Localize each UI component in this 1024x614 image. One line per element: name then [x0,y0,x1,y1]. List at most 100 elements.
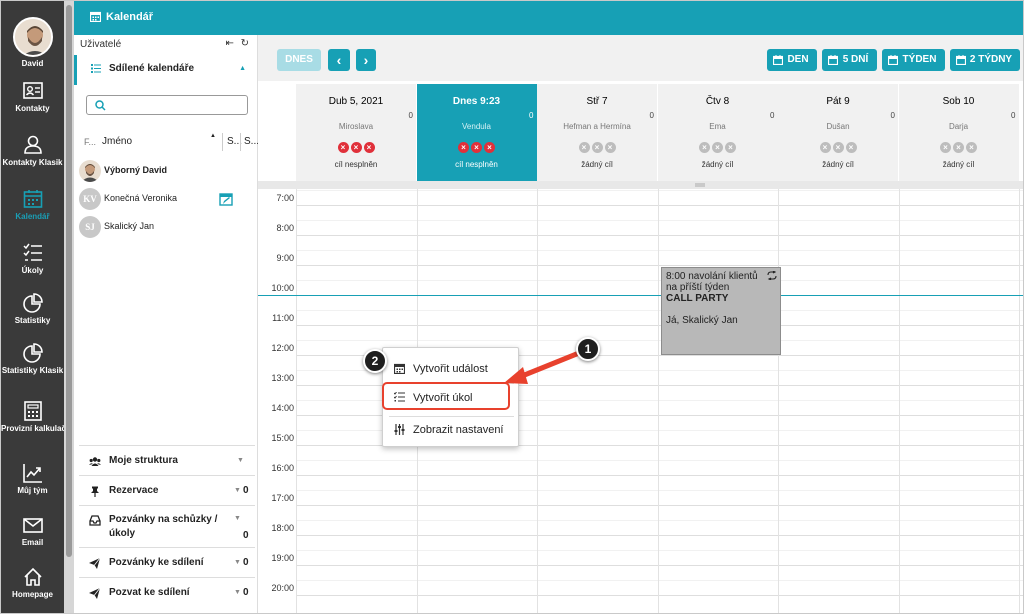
day-user: Ema [709,122,726,131]
nav-user-name[interactable]: David [1,59,64,68]
search-icon [95,100,106,111]
hour-label: 7:00 [276,193,294,203]
view-button-label: 2 TÝDNY [969,54,1013,65]
menu-item-label: Vytvořit událost [413,363,488,375]
shared-calendars-toggle[interactable]: Sdílené kalendáře ▲ [74,55,258,85]
hour-gridline [296,265,1023,266]
prev-button[interactable]: ‹ [328,49,350,71]
panel-section[interactable]: Pozvánky na schůzky / úkoly ▼ 0 [79,505,255,547]
view-button-3[interactable]: TÝDEN [882,49,945,71]
half-hour-gridline [296,220,1023,221]
nav-item-3[interactable]: Kalendář [1,189,64,243]
nav-item-9[interactable]: Email [1,515,64,569]
nav-item-1[interactable]: Kontakty [1,81,64,135]
panel-section[interactable]: Moje struktura ▼ [79,445,255,475]
nav-item-label: Homepage [12,590,53,599]
edit-calendar-icon[interactable] [219,192,233,206]
nav-item-2[interactable]: Kontakty Klasik [1,135,64,189]
nav-item-label: Úkoly [21,266,44,275]
calendar-event[interactable]: 8:00 navolání klientů na příští týden CA… [661,267,781,355]
panel-section[interactable]: Pozvat ke sdílení ▼ 0 [79,577,255,607]
task-list-icon [22,243,42,261]
chevron-down-icon[interactable]: ▼ [234,589,241,596]
view-button-4[interactable]: 2 TÝDNY [950,49,1020,71]
view-button-2[interactable]: 5 DNÍ [822,49,877,71]
shared-calendars-label: Sdílené kalendáře [109,63,195,74]
day-count: 0 [770,111,775,120]
user-row[interactable]: Výborný David [74,157,258,185]
user-avatar[interactable] [13,17,53,57]
column-header-s2[interactable]: S... [244,136,259,147]
day-header[interactable]: Sob 10 0 Darja × × × žádný cíl [898,84,1019,181]
send-icon [89,588,101,599]
day-count: 0 [529,111,534,120]
nav-item-7[interactable]: Provizní kalkulačka [1,401,75,455]
half-hour-gridline [296,460,1023,461]
nav-item-6[interactable]: Statistiky Klasik [1,343,64,397]
day-header[interactable]: Čtv 8 0 Ema × × × žádný cíl [657,84,778,181]
column-header-f[interactable]: F... [84,137,96,147]
panel-collapse-refresh-icons[interactable]: ⇤ ↻ [225,38,251,49]
section-label: Pozvat ke sdílení [109,587,190,598]
menu-item-show-settings[interactable]: Zobrazit nastavení [383,418,520,442]
day-header[interactable]: Pát 9 0 Dušan × × × žádný cíl [778,84,898,181]
header-resize-handle[interactable] [258,181,1023,189]
next-button[interactable]: › [356,49,376,71]
calculator-icon [23,401,42,421]
day-column-divider [657,189,659,613]
calendar-icon [956,55,966,65]
nav-item-10[interactable]: Homepage [1,567,64,613]
day-goal: žádný cíl [942,160,975,169]
panel-section[interactable]: Rezervace ▼ 0 [79,475,255,505]
goal-status-icon: × [458,142,469,153]
user-avatar [79,160,101,182]
user-name: Skalický Jan [104,221,155,231]
day-header[interactable]: Dnes 9:23 0 Vendula × × × cíl nesplněn [416,84,537,181]
calendar-toolbar: DNES ‹ › DEN 5 DNÍ TÝDEN 2 TÝDNY [258,35,1023,81]
menu-item-label: Zobrazit nastavení [413,424,504,436]
day-header[interactable]: Stř 7 0 Hefman a Hermína × × × žádný cíl [537,84,657,181]
panel-section[interactable]: Pozvánky ke sdílení ▼ 0 [79,547,255,577]
week-grid[interactable]: Dub 5, 2021 0 Miroslava × × × cíl nesplněn Dnes… [258,81,1023,613]
chevron-down-icon[interactable]: ▼ [234,559,241,566]
nav-item-4[interactable]: Úkoly [1,243,64,297]
user-search-input[interactable] [86,95,248,115]
sliders-icon [394,424,405,435]
day-header[interactable]: Dub 5, 2021 0 Miroslava × × × cíl nesplněn [296,84,416,181]
nav-item-8[interactable]: Můj tým [1,463,64,517]
chevron-down-icon[interactable]: ▼ [237,457,244,464]
day-user: Dušan [826,122,850,131]
chevron-down-icon[interactable]: ▼ [234,487,241,494]
today-button[interactable]: DNES [277,49,321,71]
column-header-name[interactable]: Jméno [102,136,132,147]
nav-item-5[interactable]: Statistiky [1,293,64,347]
day-column-divider [778,189,779,613]
goal-status-icons: × × × [417,137,537,155]
hour-label: 11:00 [272,313,294,323]
user-row[interactable]: SJ Skalický Jan [74,213,258,241]
hour-gridline [296,475,1023,476]
goal-status-icon: × [591,142,603,153]
user-icon [23,135,42,154]
nav-scrollbar-thumb[interactable] [66,5,72,557]
goal-status-icon: × [940,142,951,153]
repeat-icon [767,271,777,280]
nav-item-label: Statistiky Klasik [1,366,64,375]
day-column-divider [537,189,538,613]
view-button-1[interactable]: DEN [767,49,817,71]
section-count: 0 [243,587,249,598]
nav-scrollbar[interactable] [64,1,74,613]
step-badge-1: 1 [576,337,600,361]
day-column-divider [296,189,297,613]
sort-asc-icon[interactable]: ▲ [210,133,216,139]
hour-label: 17:00 [271,493,294,503]
nav-item-label: Kontakty Klasik [2,158,63,167]
half-hour-gridline [296,250,1023,251]
trend-chart-icon [22,464,42,483]
user-row[interactable]: KV Konečná Veronika [74,185,258,213]
avatar-icon [81,164,99,182]
hour-gridline [296,595,1023,596]
menu-item-create-event[interactable]: Vytvořit událost [383,357,520,381]
chevron-down-icon[interactable]: ▼ [234,515,241,522]
goal-status-icon: × [819,142,831,153]
